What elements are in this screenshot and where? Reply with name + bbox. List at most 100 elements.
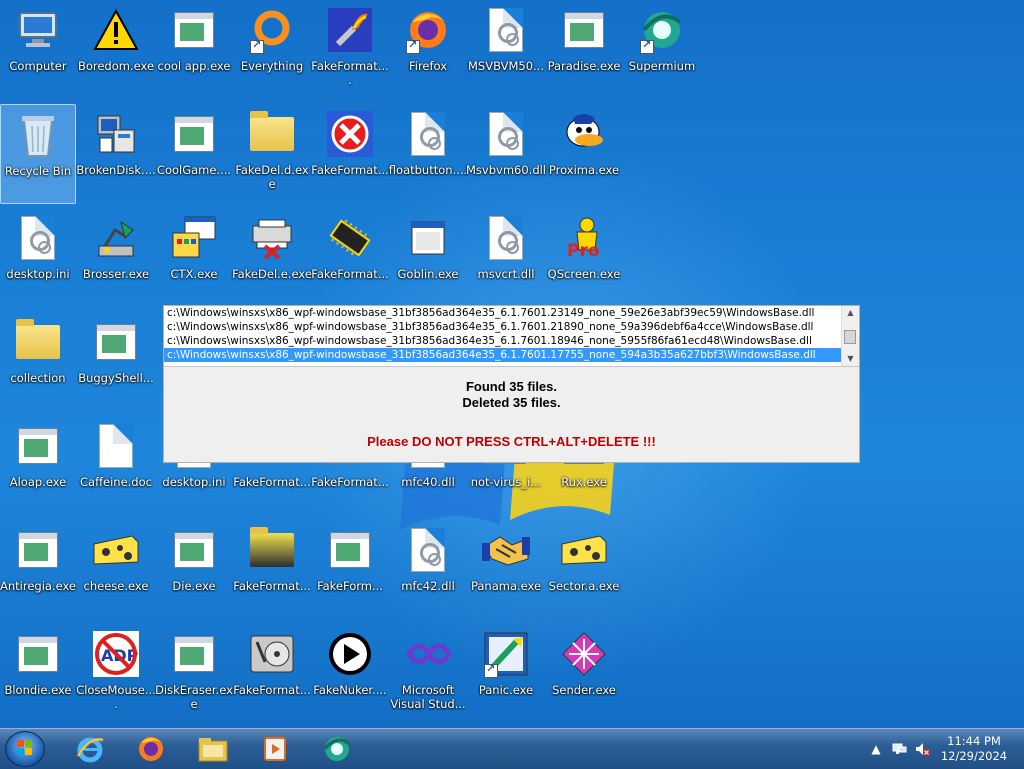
- desktop-icon[interactable]: Blondie.exe: [0, 624, 76, 724]
- desktop-icon-label: FakeFormat...: [233, 683, 311, 697]
- window-icon: [404, 214, 452, 262]
- desktop-icon[interactable]: Goblin.exe: [390, 208, 466, 308]
- desktop-icon[interactable]: CTX.exe: [156, 208, 232, 308]
- desktop-icon[interactable]: BrokenDisk....: [76, 104, 156, 204]
- desktop-icon-label: FakeNuker....: [313, 683, 387, 697]
- desktop-icon-label: Antiregia.exe: [0, 579, 76, 593]
- exe-icon: [14, 630, 62, 678]
- exe-icon: [14, 422, 62, 470]
- desktop-icon[interactable]: Proxima.exe: [546, 104, 622, 204]
- exe-icon: [14, 526, 62, 574]
- taskbar: ▲ 11:44 PM 12/29/2024: [0, 728, 1024, 769]
- desktop-icon[interactable]: Computer: [0, 0, 76, 100]
- desktop-icon-label: FakeForm...: [317, 579, 383, 593]
- desktop-icon[interactable]: Pro QScreen.exe: [546, 208, 622, 308]
- desktop-icon[interactable]: cool app.exe: [156, 0, 232, 100]
- desktop-icon[interactable]: Sector.a.exe: [546, 520, 622, 620]
- deleted-files-listbox[interactable]: c:\Windows\winsxs\x86_wpf-windowsbase_31…: [164, 306, 859, 367]
- desktop-icon-label: Proxima.exe: [548, 163, 620, 177]
- desktop-icon[interactable]: Supermium: [624, 0, 700, 100]
- desktop-icon-label: Die.exe: [172, 579, 216, 593]
- desktop-icon[interactable]: Caffeine.doc: [78, 416, 154, 516]
- desktop-icon[interactable]: ADP CloseMouse....: [76, 624, 156, 724]
- volume-muted-icon[interactable]: [914, 741, 930, 757]
- desktop-icon-label: Boredom.exe: [77, 59, 155, 73]
- desktop-icon-label: desktop.ini: [162, 475, 226, 489]
- desktop-icon-label: cheese.exe: [83, 579, 149, 593]
- desktop-icon[interactable]: Everything: [234, 0, 310, 100]
- desktop-icon[interactable]: Recycle Bin: [0, 104, 76, 204]
- desktop-icon[interactable]: FakeNuker....: [312, 624, 388, 724]
- desktop-icon[interactable]: floatbutton....: [389, 104, 467, 204]
- taskbar-internet-explorer[interactable]: [65, 732, 115, 766]
- taskbar-media-player[interactable]: [250, 732, 300, 766]
- desktop-icon[interactable]: Msvbvm60.dll: [466, 104, 547, 204]
- desktop-icon[interactable]: Panama.exe: [468, 520, 544, 620]
- warning-icon: [92, 6, 140, 54]
- desktop-icon[interactable]: Antiregia.exe: [0, 520, 76, 620]
- desktop-icon[interactable]: FakeFormat...: [311, 208, 389, 308]
- desktop-icon[interactable]: FakeFormat...: [311, 104, 389, 204]
- desktop-icon[interactable]: FakeDel.d.exe: [234, 104, 310, 204]
- desktop-icon-label: Caffeine.doc: [80, 475, 152, 489]
- desktop-icon[interactable]: Microsoft Visual Stud...: [390, 624, 466, 724]
- desktop-icon[interactable]: FakeFormat...: [233, 624, 311, 724]
- desktop-icon-label: FakeFormat...: [233, 579, 311, 593]
- desktop-icon[interactable]: mfc42.dll: [390, 520, 466, 620]
- desktop-icon-label: BuggyShell...: [78, 371, 154, 385]
- desktop-icon[interactable]: FakeForm...: [312, 520, 388, 620]
- desktop-icon[interactable]: DiskEraser.exe: [155, 624, 233, 724]
- desktop-icon-label: Firefox: [408, 59, 448, 73]
- taskbar-firefox[interactable]: [126, 732, 176, 766]
- desktop-icon-label: Msvbvm60.dll: [466, 163, 547, 177]
- desktop-icon[interactable]: Brosser.exe: [78, 208, 154, 308]
- media-player-icon: [264, 737, 286, 761]
- scroll-down-icon[interactable]: ▼: [842, 352, 859, 366]
- folder-icon: [14, 318, 62, 366]
- desktop-icon-label: Supermium: [628, 59, 696, 73]
- disk-icon: [248, 630, 296, 678]
- desktop-icon[interactable]: cheese.exe: [78, 520, 154, 620]
- listbox-scrollbar[interactable]: ▲ ▼: [841, 306, 859, 366]
- desktop-icon[interactable]: FakeFormat...: [233, 520, 311, 620]
- scroll-up-icon[interactable]: ▲: [842, 306, 859, 320]
- network-icon[interactable]: [891, 741, 907, 757]
- doc-icon: [92, 422, 140, 470]
- desktop-icon-label: Aloap.exe: [9, 475, 67, 489]
- desktop-icon[interactable]: collection: [0, 312, 76, 412]
- taskbar-supermium[interactable]: [312, 732, 362, 766]
- found-count-text: Found 35 files.: [465, 379, 557, 394]
- everything-icon: [248, 6, 296, 54]
- taskbar-file-explorer[interactable]: [188, 732, 238, 766]
- computer-icon: [14, 6, 62, 54]
- desktop-icon[interactable]: Paradise.exe: [546, 0, 622, 100]
- desktop-icon-label: Microsoft Visual Stud...: [390, 683, 466, 711]
- taskbar-clock[interactable]: 11:44 PM 12/29/2024: [934, 734, 1014, 764]
- printer-x-icon: [248, 214, 296, 262]
- scrollbar-thumb[interactable]: [844, 330, 856, 344]
- desktop-icon[interactable]: Die.exe: [156, 520, 232, 620]
- qscreen-icon: Pro: [560, 214, 608, 262]
- firefox-icon: [139, 737, 163, 761]
- desktop-icon[interactable]: FakeFormat....: [311, 0, 389, 100]
- desktop-icon[interactable]: MSVBVM50...: [468, 0, 544, 100]
- show-hidden-icons-icon[interactable]: ▲: [868, 741, 884, 757]
- desktop-icon[interactable]: desktop.ini: [0, 208, 76, 308]
- list-item[interactable]: c:\Windows\winsxs\x86_wpf-windowsbase_31…: [164, 306, 843, 320]
- desktop-icon[interactable]: Aloap.exe: [0, 416, 76, 516]
- desktop-icon[interactable]: msvcrt.dll: [468, 208, 544, 308]
- list-item[interactable]: c:\Windows\winsxs\x86_wpf-windowsbase_31…: [164, 320, 843, 334]
- desktop-icon[interactable]: FakeDel.e.exe: [232, 208, 312, 308]
- desktop-icon[interactable]: Boredom.exe: [78, 0, 154, 100]
- desktop-icon[interactable]: BuggyShell...: [78, 312, 154, 412]
- list-item[interactable]: c:\Windows\winsxs\x86_wpf-windowsbase_31…: [164, 334, 843, 348]
- desktop-icon[interactable]: CoolGame....: [156, 104, 232, 204]
- desktop-icon[interactable]: Sender.exe: [546, 624, 622, 724]
- start-button[interactable]: [5, 731, 45, 767]
- desktop[interactable]: Computer Boredom.execool app.exe Everythin…: [0, 0, 1024, 728]
- clock-time: 11:44 PM: [947, 734, 1001, 748]
- desktop-icon[interactable]: Firefox: [390, 0, 466, 100]
- desktop-icon[interactable]: Panic.exe: [468, 624, 544, 724]
- exe-icon: [326, 526, 374, 574]
- list-item-selected[interactable]: c:\Windows\winsxs\x86_wpf-windowsbase_31…: [164, 347, 844, 363]
